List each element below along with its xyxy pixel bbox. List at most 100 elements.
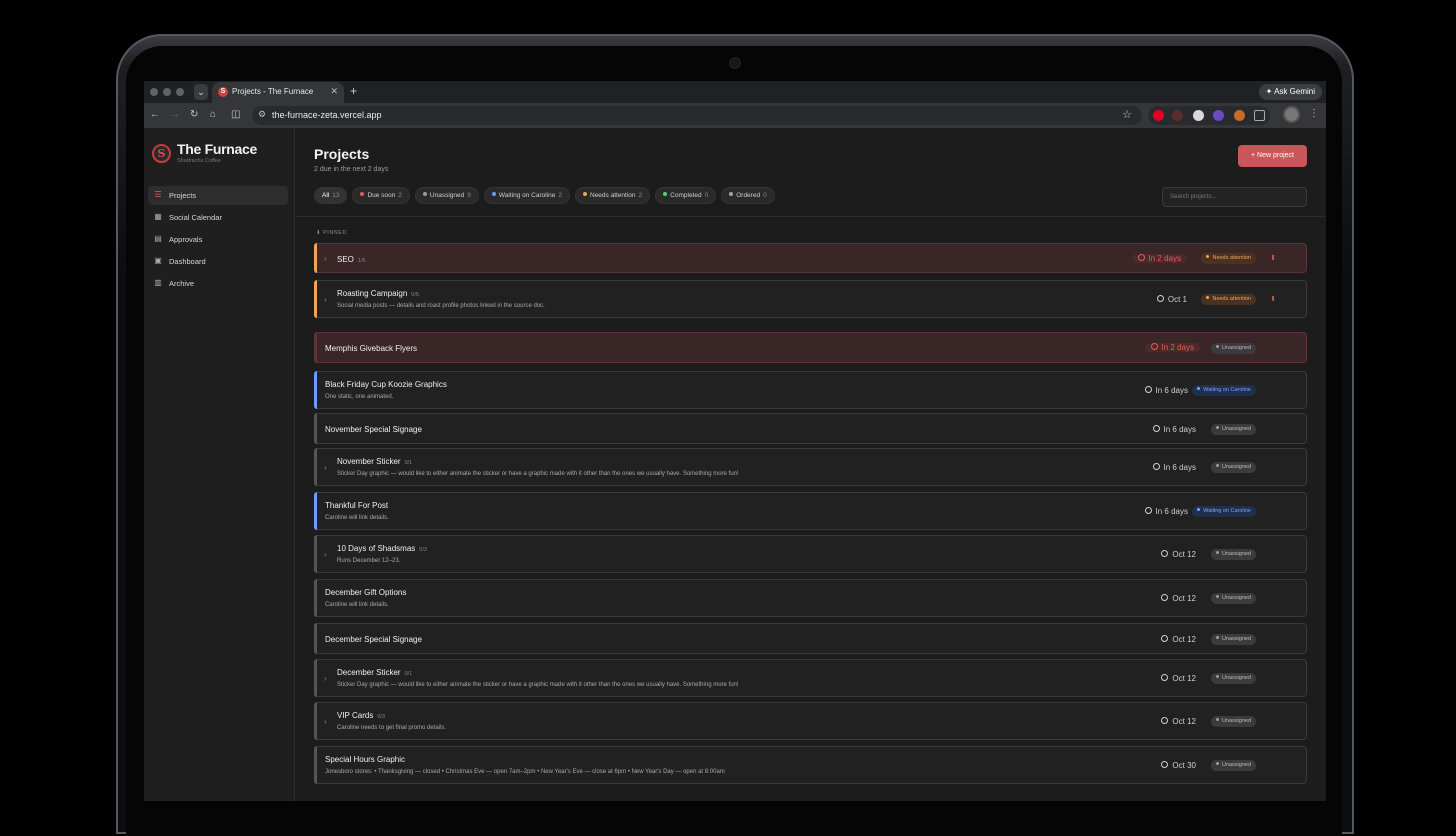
due-date: Oct 12 — [1161, 594, 1196, 603]
sidebar-item-dashboard[interactable]: ▣ Dashboard — [148, 252, 288, 271]
filter-waiting-on-caroline[interactable]: Waiting on Caroline 2 — [483, 187, 570, 204]
status-badge[interactable]: Unassigned — [1210, 593, 1256, 604]
clock-icon — [1161, 717, 1169, 725]
status-badge[interactable]: Unassigned — [1210, 673, 1256, 684]
expand-chevron-icon[interactable]: › — [324, 674, 327, 683]
filter-unassigned[interactable]: Unassigned 9 — [414, 187, 479, 204]
status-badge[interactable]: Unassigned — [1210, 549, 1256, 560]
project-title: November Special Signage — [325, 425, 422, 434]
browser-tab[interactable]: S Projects - The Furnace ✕ — [212, 82, 344, 103]
expand-chevron-icon[interactable]: › — [324, 550, 327, 559]
furnace-extension-icon[interactable] — [1172, 110, 1183, 121]
purple-extension-icon[interactable] — [1213, 110, 1224, 121]
address-bar[interactable]: ⚙ the-furnace-zeta.vercel.app ☆ — [252, 106, 1142, 125]
filter-label: Waiting on Caroline — [498, 192, 556, 199]
project-row[interactable]: › SEO 1/6 In 2 days Needs attention ⬇ — [314, 243, 1307, 273]
new-project-button[interactable]: + New project — [1238, 145, 1307, 167]
status-dot-icon — [1206, 296, 1210, 300]
tab-search-chevron-icon[interactable]: ⌄ — [194, 84, 208, 100]
project-row[interactable]: › 10 Days of Shadsmas 0/3 Runs December 1… — [314, 535, 1307, 573]
project-row[interactable]: December Special Signage Oct 12 Unassign… — [314, 623, 1307, 654]
minimize-window-button[interactable] — [163, 88, 171, 96]
status-dot-icon — [1215, 636, 1219, 640]
project-row[interactable]: › VIP Cards 0/3 Caroline needs to get fin… — [314, 702, 1307, 740]
pin-icon[interactable]: ⬇ — [1270, 254, 1276, 262]
expand-chevron-icon[interactable]: › — [324, 717, 327, 726]
search-input[interactable]: Search projects... — [1162, 187, 1307, 207]
status-badge[interactable]: Unassigned — [1210, 343, 1256, 354]
expand-chevron-icon[interactable]: › — [324, 463, 327, 472]
split-view-icon[interactable]: ◫ — [231, 109, 240, 120]
project-row[interactable]: › December Sticker 0/1 Sticker Day graphi… — [314, 659, 1307, 697]
status-badge[interactable]: Unassigned — [1210, 634, 1256, 645]
due-text: Oct 30 — [1172, 761, 1196, 770]
filter-chips: All 13 Due soon 2 Unassigned 9 Waiting on C… — [314, 187, 775, 204]
home-icon[interactable]: ⌂ — [210, 109, 216, 120]
sidebar-item-archive[interactable]: ▥ Archive — [148, 274, 288, 293]
status-badge[interactable]: Unassigned — [1210, 462, 1256, 473]
project-description: One static, one animated. — [325, 394, 394, 400]
project-row[interactable]: Thankful For Post Caroline will link det… — [314, 492, 1307, 530]
project-row[interactable]: December Gift Options Caroline will link… — [314, 579, 1307, 617]
project-row[interactable]: › Roasting Campaign 0/5 Social media post… — [314, 280, 1307, 318]
archive-icon: ▥ — [154, 278, 162, 287]
tab-title: Projects - The Furnace — [232, 87, 314, 96]
site-info-icon[interactable]: ⚙ — [258, 109, 266, 120]
clock-extension-icon[interactable] — [1193, 110, 1204, 121]
back-arrow-icon[interactable]: ← — [150, 109, 160, 120]
sidebar-item-social-calendar[interactable]: ▦ Social Calendar — [148, 208, 288, 227]
reload-icon[interactable]: ↻ — [190, 109, 198, 120]
status-dot-icon — [582, 192, 587, 197]
due-text: Oct 1 — [1167, 295, 1187, 304]
clock-icon — [1161, 550, 1169, 558]
sidebar-item-approvals[interactable]: ▤ Approvals — [148, 230, 288, 249]
close-window-button[interactable] — [150, 88, 158, 96]
bookmark-star-icon[interactable]: ☆ — [1122, 108, 1132, 121]
filter-all[interactable]: All 13 — [314, 187, 348, 204]
pinterest-extension-icon[interactable] — [1153, 110, 1164, 121]
project-row[interactable]: Black Friday Cup Koozie Graphics One sta… — [314, 371, 1307, 409]
clock-icon — [1161, 761, 1169, 769]
project-title-text: 10 Days of Shadsmas — [337, 544, 416, 553]
project-title: SEO 1/6 — [337, 255, 366, 264]
status-badge[interactable]: Needs attention — [1201, 294, 1256, 305]
pin-icon[interactable]: ⬇ — [1270, 295, 1276, 303]
status-badge[interactable]: Waiting on Caroline — [1192, 506, 1256, 517]
project-row[interactable]: Special Hours Graphic Jonesboro stores: … — [314, 746, 1307, 784]
project-row[interactable]: November Special Signage In 6 days Unass… — [314, 413, 1307, 444]
project-title-text: December Sticker — [337, 668, 401, 677]
due-text: In 6 days — [1163, 463, 1196, 472]
expand-chevron-icon[interactable]: › — [324, 254, 327, 263]
status-text: Unassigned — [1221, 718, 1251, 724]
project-title-text: SEO — [337, 255, 354, 264]
status-bar — [314, 659, 317, 697]
clock-icon — [1137, 254, 1145, 262]
expand-chevron-icon[interactable]: › — [324, 295, 327, 304]
status-badge[interactable]: Needs attention — [1201, 253, 1256, 264]
filter-needs-attention[interactable]: Needs attention 2 — [574, 187, 651, 204]
due-text: In 6 days — [1163, 425, 1196, 434]
status-badge[interactable]: Unassigned — [1210, 760, 1256, 771]
maximize-window-button[interactable] — [176, 88, 184, 96]
status-badge[interactable]: Waiting on Caroline — [1192, 385, 1256, 396]
due-date: In 6 days — [1152, 425, 1196, 434]
filter-ordered[interactable]: Ordered 0 — [721, 187, 775, 204]
status-badge[interactable]: Unassigned — [1210, 716, 1256, 727]
ask-gemini-button[interactable]: ✦ Ask Gemini — [1258, 84, 1322, 100]
orange-extension-icon[interactable] — [1234, 110, 1245, 121]
close-tab-icon[interactable]: ✕ — [330, 86, 338, 97]
sidebar-item-projects[interactable]: ☰ Projects — [148, 186, 288, 205]
status-badge[interactable]: Unassigned — [1210, 424, 1256, 435]
forward-arrow-icon[interactable]: → — [170, 109, 180, 120]
filter-completed[interactable]: Completed 0 — [655, 187, 717, 204]
status-bar — [314, 623, 317, 654]
profile-avatar[interactable] — [1285, 108, 1298, 121]
project-row[interactable]: Memphis Giveback Flyers In 2 days Unassi… — [314, 332, 1307, 363]
project-row[interactable]: › November Sticker 0/1 Sticker Day graphi… — [314, 448, 1307, 486]
new-tab-icon[interactable]: + — [350, 84, 357, 98]
more-menu-icon[interactable]: ⋮ — [1309, 108, 1319, 119]
filter-count: 2 — [558, 192, 562, 199]
filter-due-soon[interactable]: Due soon 2 — [352, 187, 410, 204]
puzzle-extensions-icon[interactable] — [1254, 110, 1265, 121]
project-title-text: Thankful For Post — [325, 501, 389, 510]
